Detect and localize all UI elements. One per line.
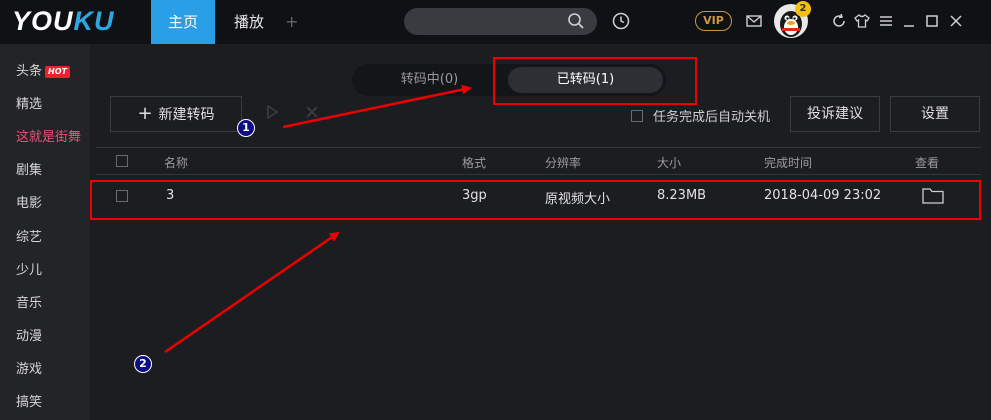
add-tab-button[interactable]: +	[285, 12, 298, 31]
sidebar-item-movies[interactable]: 电影	[16, 194, 42, 214]
marker-2: 2	[134, 355, 152, 373]
sidebar-item-kids[interactable]: 少儿	[16, 261, 42, 281]
top-bar: YOUKU 主页 播放 + VIP 2	[0, 0, 991, 44]
feedback-button[interactable]: 投诉建议	[790, 96, 880, 132]
sidebar-item-featured[interactable]: 精选	[16, 95, 42, 115]
skin-tshirt-icon[interactable]	[852, 11, 872, 31]
search-icon[interactable]	[566, 11, 586, 31]
sidebar-item-series[interactable]: 剧集	[16, 161, 42, 181]
start-play-icon[interactable]	[264, 104, 280, 120]
select-all-checkbox[interactable]	[116, 155, 128, 167]
close-icon[interactable]	[946, 11, 966, 31]
highlight-box-converted-tab	[493, 57, 697, 105]
table-header: 名称 格式 分辨率 大小 完成时间 查看	[96, 147, 981, 175]
sidebar-item-headlines[interactable]: 头条 HOT	[16, 62, 70, 82]
youku-logo[interactable]: YOUKU	[12, 6, 115, 37]
level-badge: 2	[795, 1, 811, 17]
auto-shutdown-checkbox[interactable]	[631, 110, 643, 122]
settings-button[interactable]: 设置	[890, 96, 980, 132]
col-format[interactable]: 格式	[462, 154, 486, 171]
mail-icon[interactable]	[744, 11, 764, 31]
tab-home[interactable]: 主页	[151, 0, 215, 44]
sidebar: 头条 HOT 精选 这就是街舞 剧集 电影 综艺 少儿 音乐 动漫 游戏 搞笑	[0, 44, 90, 420]
minimize-icon[interactable]	[899, 11, 919, 31]
vip-button[interactable]: VIP	[695, 11, 732, 31]
col-resolution[interactable]: 分辨率	[545, 154, 581, 171]
col-finish-time[interactable]: 完成时间	[764, 154, 812, 171]
refresh-icon[interactable]	[829, 11, 849, 31]
menu-icon[interactable]	[876, 11, 896, 31]
hot-badge: HOT	[45, 65, 70, 78]
sidebar-item-funny[interactable]: 搞笑	[16, 393, 42, 413]
arrow-2	[164, 231, 340, 354]
sidebar-item-games[interactable]: 游戏	[16, 360, 42, 380]
plus-icon: +	[137, 103, 153, 124]
tab-converting[interactable]: 转码中(0)	[352, 64, 507, 96]
sidebar-item-variety[interactable]: 综艺	[16, 228, 42, 248]
col-size[interactable]: 大小	[657, 154, 681, 171]
delete-x-icon[interactable]	[304, 104, 320, 120]
col-view: 查看	[915, 156, 940, 170]
tab-play[interactable]: 播放	[220, 0, 278, 44]
marker-1: 1	[237, 119, 255, 137]
maximize-icon[interactable]	[922, 11, 942, 31]
col-name[interactable]: 名称	[164, 154, 188, 171]
sidebar-item-anime[interactable]: 动漫	[16, 327, 42, 347]
highlight-box-table-row	[90, 180, 981, 220]
sidebar-item-street-dance[interactable]: 这就是街舞	[16, 128, 81, 148]
history-clock-icon[interactable]	[611, 11, 631, 31]
auto-shutdown-option[interactable]: 任务完成后自动关机	[631, 106, 770, 125]
new-convert-button[interactable]: + 新建转码	[110, 96, 242, 132]
sidebar-item-music[interactable]: 音乐	[16, 294, 42, 314]
